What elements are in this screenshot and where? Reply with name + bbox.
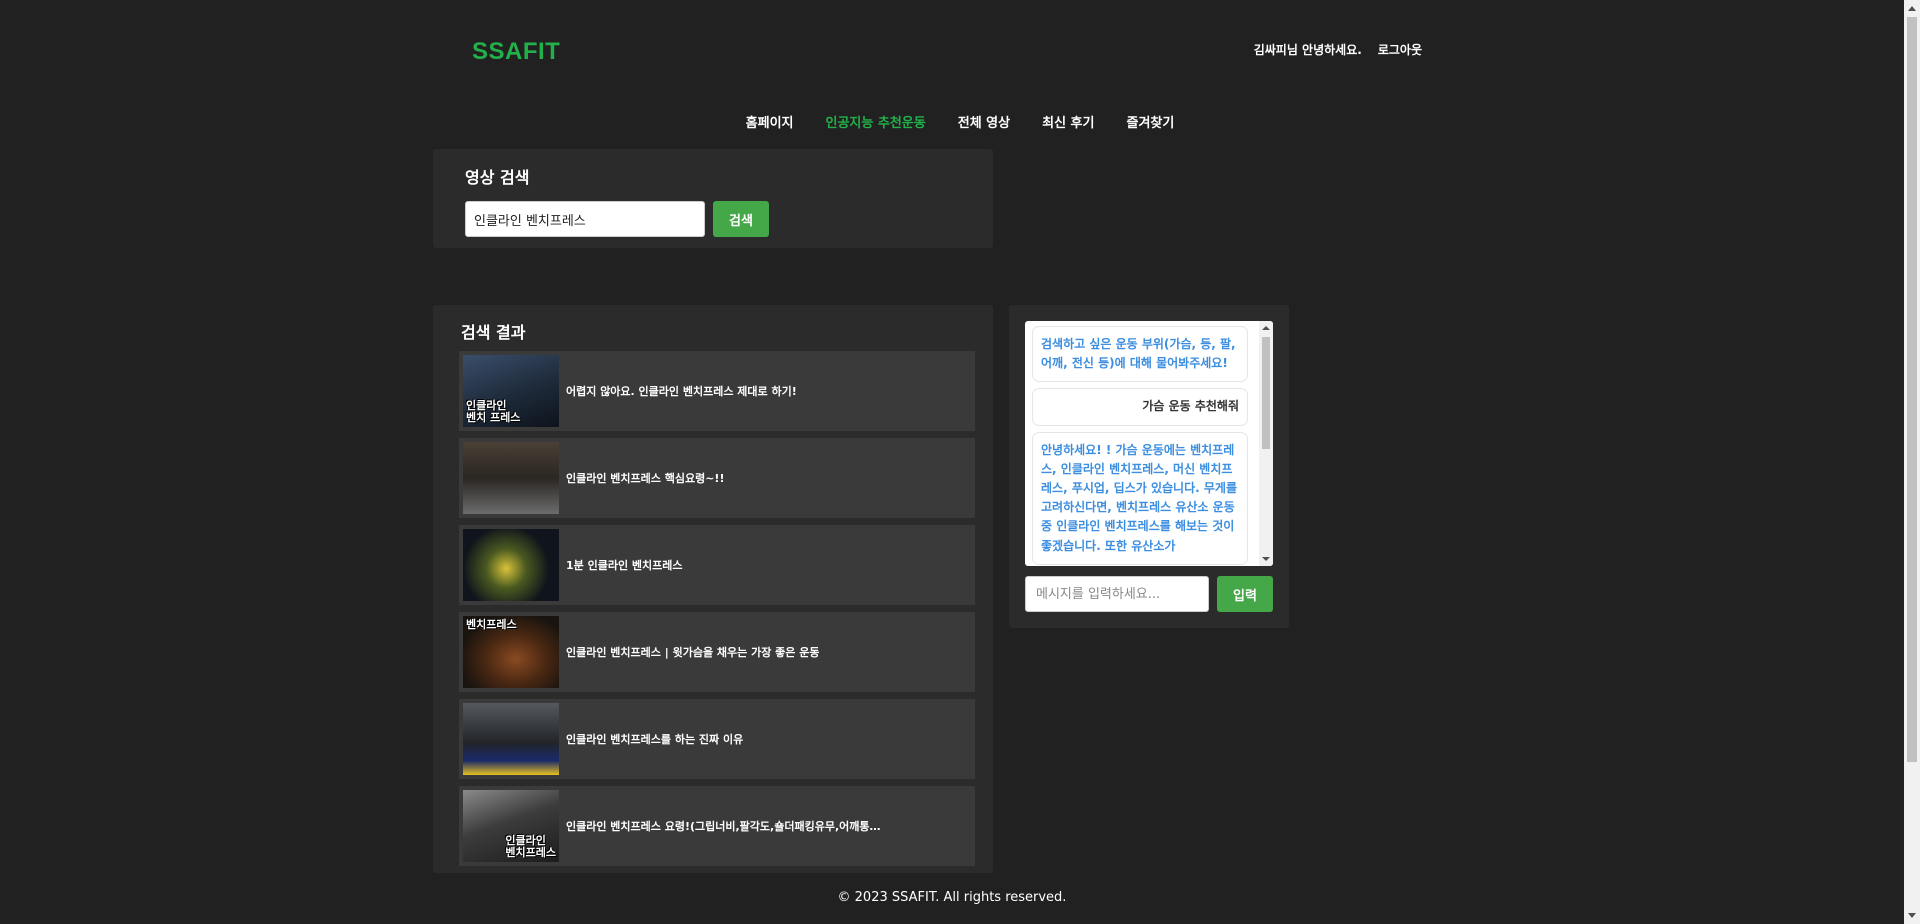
video-thumbnail[interactable] (463, 529, 559, 601)
chat-messages: 검색하고 싶은 운동 부위(가슴, 등, 팔, 어깨, 전신 등)에 대해 물어… (1033, 327, 1247, 566)
search-input[interactable] (465, 201, 705, 237)
footer: © 2023 SSAFIT. All rights reserved. (837, 890, 1067, 905)
result-item[interactable]: 인클라인 벤치프레스 인클라인 벤치프레스 요령!(그립너비,팔각도,숄더패킹유… (459, 786, 975, 866)
results-panel-title: 검색 결과 (461, 323, 526, 342)
thumbnail-caption (463, 769, 469, 775)
video-thumbnail[interactable]: 인클라인 벤치 프레스 (463, 355, 559, 427)
bot-message: 안녕하세요! ! 가슴 운동에는 벤치프레스, 인클라인 벤치프레스, 머신 벤… (1033, 432, 1247, 564)
logo[interactable]: SSAFIT (472, 38, 560, 66)
chat-message-input[interactable] (1025, 576, 1209, 612)
nav-item-latest-reviews[interactable]: 최신 후기 (1042, 112, 1094, 131)
search-panel-title: 영상 검색 (465, 168, 530, 187)
results-panel: 검색 결과 인클라인 벤치 프레스 어렵지 않아요. 인클라인 벤치프레스 제대… (433, 305, 993, 873)
video-thumbnail[interactable]: 벤치프레스 (463, 616, 559, 688)
scroll-down-arrow-icon[interactable] (1262, 557, 1270, 561)
search-panel: 영상 검색 검색 (433, 149, 993, 248)
logout-link[interactable]: 로그아웃 (1378, 41, 1422, 58)
thumbnail-caption: 인클라인 벤치프레스 (505, 833, 556, 859)
nav-item-favorites[interactable]: 즐겨찾기 (1126, 112, 1174, 131)
chatbot-panel: 검색하고 싶은 운동 부위(가슴, 등, 팔, 어깨, 전신 등)에 대해 물어… (1009, 305, 1289, 628)
video-thumbnail[interactable] (463, 703, 559, 775)
greeting-text: 김싸피님 안녕하세요. (1253, 43, 1362, 57)
thumbnail-caption: 벤치프레스 (466, 618, 517, 631)
video-thumbnail[interactable] (463, 442, 559, 514)
result-title[interactable]: 인클라인 벤치프레스를 하는 진짜 이유 (566, 731, 743, 747)
result-title[interactable]: 인클라인 벤치프레스 | 윗가슴을 채우는 가장 좋은 운동 (566, 644, 819, 660)
result-item[interactable]: 인클라인 벤치프레스 핵심요령~!! (459, 438, 975, 518)
scroll-up-arrow-icon[interactable] (1262, 326, 1270, 330)
chat-scrollbar[interactable] (1259, 321, 1273, 566)
thumbnail-caption: 인클라인 벤치 프레스 (466, 398, 521, 424)
result-title[interactable]: 인클라인 벤치프레스 요령!(그립너비,팔각도,숄더패킹유무,어깨통… (566, 818, 880, 834)
main-nav: 홈페이지 인공지능 추천운동 전체 영상 최신 후기 즐겨찾기 (0, 112, 1920, 131)
thumbnail-caption (463, 595, 469, 601)
results-list: 인클라인 벤치 프레스 어렵지 않아요. 인클라인 벤치프레스 제대로 하기! … (459, 351, 975, 873)
video-thumbnail[interactable]: 인클라인 벤치프레스 (463, 790, 559, 862)
result-item[interactable]: 벤치프레스 인클라인 벤치프레스 | 윗가슴을 채우는 가장 좋은 운동 (459, 612, 975, 692)
result-title[interactable]: 어렵지 않아요. 인클라인 벤치프레스 제대로 하기! (566, 383, 797, 399)
result-item[interactable]: 1분 인클라인 벤치프레스 (459, 525, 975, 605)
bot-message: 검색하고 싶은 운동 부위(가슴, 등, 팔, 어깨, 전신 등)에 대해 물어… (1033, 327, 1247, 382)
search-button[interactable]: 검색 (713, 201, 769, 237)
chat-message-box[interactable]: 검색하고 싶은 운동 부위(가슴, 등, 팔, 어깨, 전신 등)에 대해 물어… (1025, 321, 1273, 566)
nav-item-all-videos[interactable]: 전체 영상 (958, 112, 1010, 131)
result-item[interactable]: 인클라인 벤치 프레스 어렵지 않아요. 인클라인 벤치프레스 제대로 하기! (459, 351, 975, 431)
nav-item-ai-recommend[interactable]: 인공지능 추천운동 (826, 112, 926, 131)
scroll-down-arrow-icon[interactable] (1908, 913, 1916, 918)
user-area: 김싸피님 안녕하세요. 로그아웃 (1254, 41, 1422, 58)
scroll-up-arrow-icon[interactable] (1908, 6, 1916, 11)
thumbnail-caption (463, 508, 469, 514)
result-title[interactable]: 인클라인 벤치프레스 핵심요령~!! (566, 470, 724, 486)
chat-send-button[interactable]: 입력 (1217, 576, 1273, 612)
result-item[interactable]: 인클라인 벤치프레스를 하는 진짜 이유 (459, 699, 975, 779)
user-message: 가슴 운동 추천해줘 (1033, 389, 1247, 425)
nav-item-home[interactable]: 홈페이지 (746, 112, 794, 131)
page-scrollbar[interactable] (1904, 0, 1920, 924)
chat-scrollbar-thumb[interactable] (1262, 337, 1270, 449)
page-scrollbar-thumb[interactable] (1907, 17, 1917, 762)
result-title[interactable]: 1분 인클라인 벤치프레스 (566, 557, 683, 573)
